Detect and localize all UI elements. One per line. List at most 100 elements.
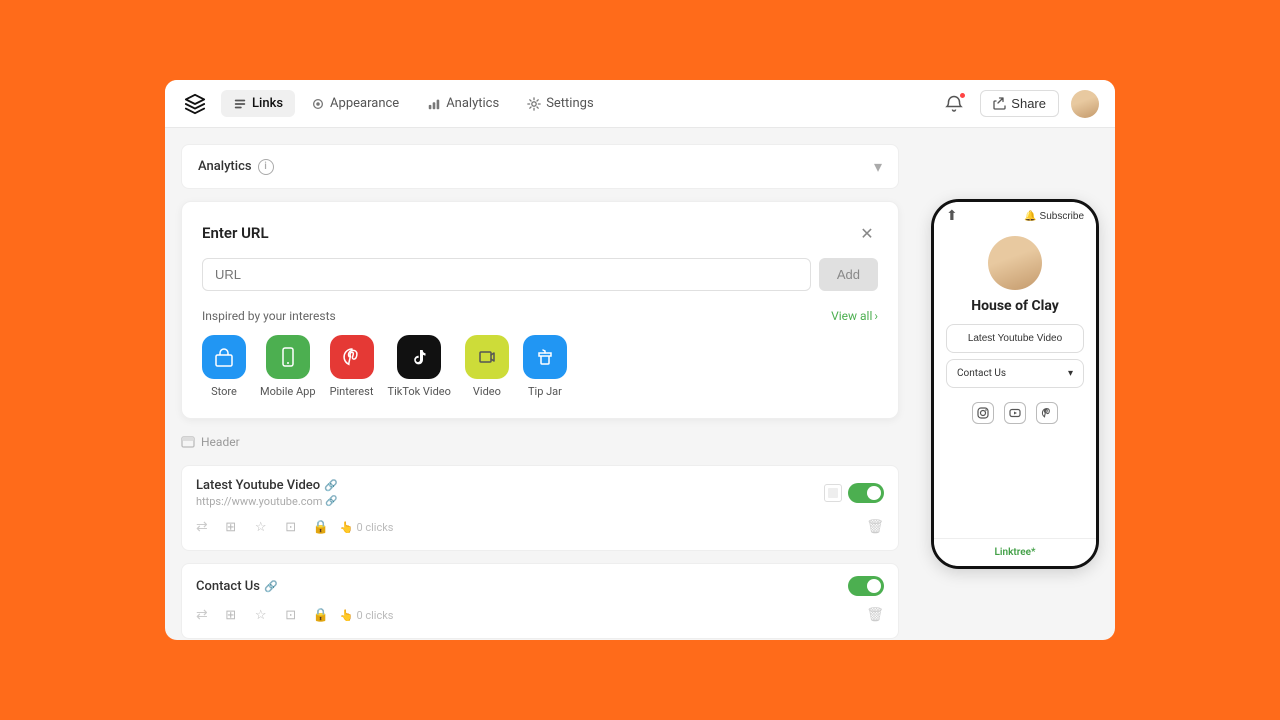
link-actions-contact: ⇄ ⊞ ☆ ⊡ 🔒 👆 0 clicks 🗑 [196,604,884,626]
close-symbol: ✕ [860,224,873,243]
analytics-bar: Analytics i ▾ [181,144,899,189]
phone-youtube-icon[interactable] [1004,402,1026,424]
nav-tab-settings[interactable]: Settings [515,90,605,117]
toggle-contact[interactable] [848,576,884,596]
url-input-row: Add [202,258,878,291]
nav-settings-label: Settings [546,96,593,111]
notification-dot [959,92,966,99]
suggestions-grid: Store Mobile App Pinterest [202,335,878,398]
contact-title-text: Contact Us [196,579,260,594]
duplicate-icon[interactable]: ⊞ [220,516,242,538]
link-title-contact: Contact Us 🔗 [196,579,278,594]
mobile-app-icon [266,335,310,379]
pinterest-icon [330,335,374,379]
phone-status-bar: ⬆ 🔔 Subscribe [934,202,1096,228]
delete-icon-youtube[interactable]: 🗑 [866,519,884,535]
delete-icon-contact[interactable]: 🗑 [866,607,884,623]
toggle-youtube[interactable] [848,483,884,503]
analytics-label-group: Analytics i [198,159,274,175]
nav-tab-links[interactable]: Links [221,90,295,117]
video-icon [465,335,509,379]
nav-analytics-label: Analytics [446,96,499,111]
tiktok-label: TikTok Video [388,385,451,398]
phone-avatar-image [988,236,1042,290]
edit-icon-youtube[interactable]: 🔗 [324,479,338,492]
store-label: Store [211,385,237,398]
link-actions-youtube: ⇄ ⊞ ☆ ⊡ 🔒 👆 0 clicks 🗑 [196,516,884,538]
link-controls-youtube [824,483,884,503]
nav-tab-appearance[interactable]: Appearance [299,90,411,117]
lock-icon[interactable]: 🔒 [310,516,332,538]
analytics-chevron[interactable]: ▾ [874,157,882,176]
tiktok-icon [397,335,441,379]
nav-tab-analytics[interactable]: Analytics [415,90,511,117]
duplicate-icon-contact[interactable]: ⊞ [220,604,242,626]
header-icon [181,435,195,449]
add-button[interactable]: Add [819,258,878,291]
card-header: Enter URL ✕ [202,222,878,244]
settings-icon [527,97,541,111]
suggestion-tip-jar[interactable]: Tip Jar [523,335,567,398]
view-all-chevron: › [874,309,878,323]
main-window: Links Appearance Analytics Settings [165,80,1115,640]
phone-avatar [988,236,1042,290]
clicks-icon-contact: 👆 [340,609,354,622]
link-edit-icon[interactable]: 🔗 [325,496,337,507]
schedule-icon[interactable]: ⊡ [280,516,302,538]
phone-footer: Linktree* [934,538,1096,566]
phone-share-icon[interactable]: ⬆ [946,208,958,224]
drag-handle[interactable]: ⇄ [196,519,208,535]
phone-youtube-button[interactable]: Latest Youtube Video [946,324,1084,353]
analytics-info-icon[interactable]: i [258,159,274,175]
share-button[interactable]: Share [980,90,1059,117]
phone-contact-label: Contact Us [957,368,1006,379]
youtube-url-text: https://www.youtube.com [196,495,322,508]
logo[interactable] [181,90,209,118]
user-avatar[interactable] [1071,90,1099,118]
phone-pinterest-icon[interactable] [1036,402,1058,424]
star-icon[interactable]: ☆ [250,516,272,538]
suggestion-store[interactable]: Store [202,335,246,398]
link-info-contact: Contact Us 🔗 [196,579,278,594]
phone-footer-text: Linktree* [995,547,1036,558]
subscribe-label: Subscribe [1040,211,1084,222]
link-controls-contact [848,576,884,596]
link-card-contact-top: Contact Us 🔗 [196,576,884,596]
inspired-label: Inspired by your interests [202,309,336,323]
card-title: Enter URL [202,224,269,242]
store-icon [202,335,246,379]
mobile-app-label: Mobile App [260,385,316,398]
subscribe-bell-icon: 🔔 [1024,211,1036,222]
clicks-count-youtube: 👆 0 clicks [340,521,394,534]
phone-username: House of Clay [971,298,1059,314]
clicks-icon: 👆 [340,521,354,534]
clicks-text-contact: 0 clicks [356,609,393,622]
schedule-icon-contact[interactable]: ⊡ [280,604,302,626]
url-input[interactable] [202,258,811,291]
subscribe-button[interactable]: 🔔 Subscribe [1024,211,1084,222]
left-panel: Analytics i ▾ Enter URL ✕ Add [165,128,915,640]
lock-icon-contact[interactable]: 🔒 [310,604,332,626]
link-card-youtube: Latest Youtube Video 🔗 https://www.youtu… [181,465,899,551]
notifications-bell[interactable] [940,90,968,118]
suggestion-video[interactable]: Video [465,335,509,398]
phone-content: House of Clay Latest Youtube Video Conta… [934,228,1096,538]
close-button[interactable]: ✕ [856,222,878,244]
view-all-button[interactable]: View all › [831,309,878,323]
analytics-label: Analytics [198,159,252,174]
star-icon-contact[interactable]: ☆ [250,604,272,626]
suggestion-pinterest[interactable]: Pinterest [330,335,374,398]
nav-right: Share [940,90,1099,118]
youtube-title-text: Latest Youtube Video [196,478,320,493]
share-label: Share [1011,96,1046,111]
thumbnail-icon[interactable] [824,484,842,502]
info-symbol: i [264,161,267,172]
edit-icon-contact[interactable]: 🔗 [264,580,278,593]
avatar-image [1071,90,1099,118]
drag-handle-contact[interactable]: ⇄ [196,607,208,623]
suggestion-tiktok[interactable]: TikTok Video [388,335,451,398]
phone-instagram-icon[interactable] [972,402,994,424]
phone-contact-dropdown[interactable]: Contact Us ▾ [946,359,1084,388]
suggestion-mobile-app[interactable]: Mobile App [260,335,316,398]
tip-jar-icon [523,335,567,379]
